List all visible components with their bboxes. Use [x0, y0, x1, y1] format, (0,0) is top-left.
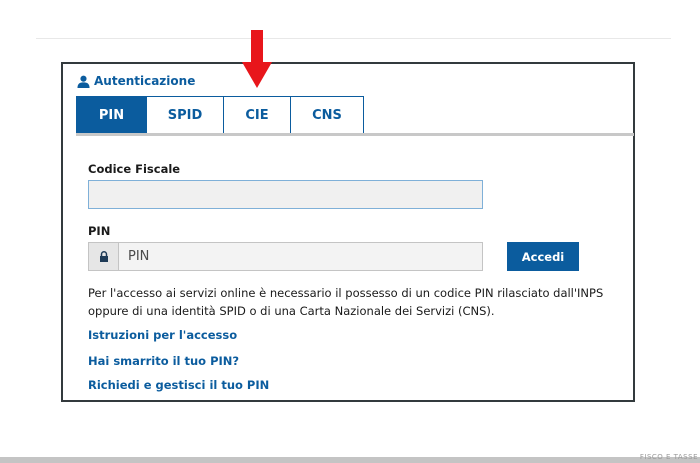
codice-fiscale-input[interactable]: [88, 180, 483, 209]
user-icon: [77, 75, 90, 88]
info-text: Per l'accesso ai servizi online è necess…: [88, 286, 604, 318]
pin-input-group: [88, 242, 483, 271]
bottom-bar: [0, 457, 700, 463]
lock-addon: [89, 243, 119, 270]
tab-cie[interactable]: CIE: [224, 96, 291, 134]
tab-cns[interactable]: CNS: [291, 96, 364, 134]
smarrito-pin-link[interactable]: Hai smarrito il tuo PIN?: [88, 354, 239, 368]
red-arrow-down-icon: [242, 30, 272, 88]
accedi-button[interactable]: Accedi: [507, 242, 579, 271]
auth-header: Autenticazione: [77, 74, 195, 88]
auth-tabs: PIN SPID CIE CNS: [76, 96, 364, 134]
tab-pin[interactable]: PIN: [76, 96, 147, 134]
codice-fiscale-label: Codice Fiscale: [88, 162, 181, 176]
watermark: FISCO E TASSE: [639, 453, 698, 461]
richiedi-pin-link[interactable]: Richiedi e gestisci il tuo PIN: [88, 378, 269, 392]
lock-icon: [99, 251, 108, 262]
top-divider: [36, 38, 671, 39]
istruzioni-link[interactable]: Istruzioni per l'accesso: [88, 328, 237, 342]
auth-title: Autenticazione: [94, 74, 196, 88]
tabs-underline: [76, 133, 634, 136]
login-panel: Autenticazione PIN SPID CIE CNS Codice F…: [61, 62, 635, 402]
pin-label: PIN: [88, 224, 111, 238]
pin-input[interactable]: [119, 243, 482, 270]
tab-spid[interactable]: SPID: [147, 96, 224, 134]
